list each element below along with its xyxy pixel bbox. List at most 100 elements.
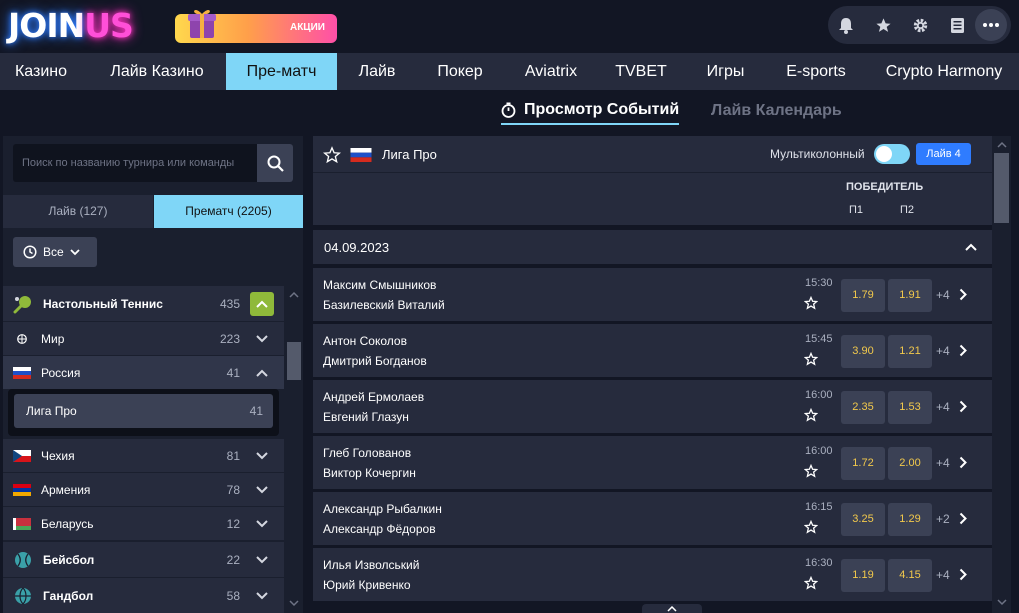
match-row[interactable]: Антон Соколов Дмитрий Богданов 15:45 3.9…	[313, 324, 992, 377]
chevron-down-icon[interactable]	[250, 512, 274, 536]
gift-icon	[188, 9, 216, 38]
odd-p2[interactable]: 1.21	[888, 335, 932, 368]
chevron-right-icon[interactable]	[953, 395, 973, 417]
nav-live[interactable]: Лайв	[346, 53, 408, 90]
tab-events[interactable]: Просмотр Событий	[501, 96, 680, 125]
star-outline-icon[interactable]	[804, 520, 818, 534]
chevron-right-icon[interactable]	[953, 507, 973, 529]
nav-casino[interactable]: Казино	[0, 53, 82, 90]
more-markets[interactable]: +4	[936, 288, 950, 302]
league-label: Лига Про	[26, 404, 77, 418]
star-outline-icon[interactable]	[804, 576, 818, 590]
match-row[interactable]: Максим Смышников Базилевский Виталий 15:…	[313, 268, 992, 321]
odd-p2[interactable]: 4.15	[888, 559, 932, 592]
odd-p2[interactable]: 2.00	[888, 447, 932, 480]
multicolumn-toggle[interactable]	[874, 144, 910, 164]
chevron-down-icon[interactable]	[250, 548, 274, 572]
document-icon[interactable]	[945, 13, 969, 37]
tab-live-calendar[interactable]: Лайв Календарь	[711, 96, 842, 125]
nav-live-casino[interactable]: Лайв Казино	[96, 53, 218, 90]
nav-crypto-harmony[interactable]: Crypto Harmony	[874, 53, 1014, 90]
nav-games[interactable]: Игры	[693, 53, 758, 90]
match-row[interactable]: Глеб Голованов Виктор Кочергин 16:00 1.7…	[313, 436, 992, 489]
country-item-czech[interactable]: Чехия 81	[3, 439, 284, 472]
sport-item-table-tennis[interactable]: Настольный Теннис 435	[3, 286, 284, 321]
scroll-up-icon[interactable]	[289, 291, 299, 298]
odd-p2[interactable]: 1.91	[888, 279, 932, 312]
odd-p1[interactable]: 1.79	[841, 279, 885, 312]
nav-poker[interactable]: Покер	[425, 53, 495, 90]
scroll-up-icon[interactable]	[997, 141, 1007, 148]
match-row[interactable]: Андрей Ермолаев Евгений Глазун 16:00 2.3…	[313, 380, 992, 433]
tab-live-count[interactable]: Лайв (127)	[3, 195, 153, 228]
main-scroll-thumb[interactable]	[994, 153, 1009, 223]
chevron-down-icon[interactable]	[250, 327, 274, 351]
match-time: 15:30	[805, 277, 833, 289]
country-item-world[interactable]: Мир 223	[3, 322, 284, 355]
more-markets[interactable]: +4	[936, 400, 950, 414]
league-item-liga-pro[interactable]: Лига Про 41	[14, 394, 273, 428]
logo[interactable]: JOINUS	[8, 6, 134, 46]
bell-icon[interactable]	[834, 13, 858, 37]
tab-prematch-count[interactable]: Прематч (2205)	[154, 195, 303, 228]
scroll-down-icon[interactable]	[997, 599, 1007, 606]
nav-aviatrix[interactable]: Aviatrix	[512, 53, 590, 90]
sport-item-baseball[interactable]: Бейсбол 22	[3, 542, 284, 577]
gear-icon[interactable]	[908, 13, 932, 37]
country-item-belarus[interactable]: Беларусь 12	[3, 507, 284, 540]
date-bar[interactable]: 04.09.2023	[313, 230, 992, 264]
more-icon[interactable]	[975, 9, 1007, 41]
filter-dropdown[interactable]: Все	[13, 237, 97, 267]
chevron-right-icon[interactable]	[953, 451, 973, 473]
star-outline-icon[interactable]	[804, 352, 818, 366]
chevron-right-icon[interactable]	[953, 283, 973, 305]
chevron-down-icon[interactable]	[250, 444, 274, 468]
chevron-down-icon[interactable]	[250, 584, 274, 608]
country-item-armenia[interactable]: Армения 78	[3, 473, 284, 506]
more-markets[interactable]: +4	[936, 568, 950, 582]
country-label: Беларусь	[41, 516, 94, 531]
more-markets[interactable]: +4	[936, 456, 950, 470]
star-outline-icon[interactable]	[323, 146, 341, 164]
sidebar-scroll-thumb[interactable]	[287, 342, 301, 380]
search-button[interactable]	[257, 144, 293, 182]
odd-p2[interactable]: 1.53	[888, 391, 932, 424]
scroll-down-icon[interactable]	[289, 600, 299, 607]
odd-p2[interactable]: 1.29	[888, 503, 932, 536]
globe-icon	[17, 333, 27, 344]
more-markets[interactable]: +2	[936, 512, 950, 526]
odd-p1[interactable]: 3.90	[841, 335, 885, 368]
star-outline-icon[interactable]	[804, 464, 818, 478]
nav-esports[interactable]: E-sports	[774, 53, 858, 90]
search-input[interactable]	[13, 144, 257, 182]
match-row[interactable]: Илья Изволський Юрий Кривенко 16:30 1.19…	[313, 548, 992, 601]
chevron-up-icon[interactable]	[250, 291, 274, 316]
country-item-russia[interactable]: Россия 41	[3, 356, 284, 389]
sport-item-handball[interactable]: Гандбол 58	[3, 578, 284, 613]
chevron-right-icon[interactable]	[953, 563, 973, 585]
country-count: 78	[226, 482, 240, 497]
star-outline-icon[interactable]	[804, 296, 818, 310]
odd-p1[interactable]: 1.19	[841, 559, 885, 592]
odd-p1[interactable]: 3.25	[841, 503, 885, 536]
odd-p1[interactable]: 1.72	[841, 447, 885, 480]
chevron-down-icon[interactable]	[250, 478, 274, 502]
home-player: Илья Изволський	[323, 558, 420, 572]
match-row[interactable]: Александр Рыбалкин Александр Фёдоров 16:…	[313, 492, 992, 545]
chevron-right-icon[interactable]	[953, 339, 973, 361]
chevron-up-icon[interactable]	[960, 236, 982, 258]
star-outline-icon[interactable]	[804, 408, 818, 422]
nav-tvbet[interactable]: TVBET	[605, 53, 677, 90]
chevron-up-icon[interactable]	[250, 361, 274, 385]
main-nav: Казино Лайв Казино Пре-матч Лайв Покер A…	[0, 53, 1019, 90]
promo-banner[interactable]: АКЦИИ	[175, 9, 337, 43]
star-icon[interactable]	[871, 13, 895, 37]
main-scrollbar[interactable]	[992, 136, 1011, 613]
top-header: JOINUS АКЦИИ	[0, 0, 1019, 53]
nav-prematch[interactable]: Пре-матч	[226, 53, 337, 90]
scroll-top-tab[interactable]	[642, 604, 702, 613]
odd-p1[interactable]: 2.35	[841, 391, 885, 424]
more-markets[interactable]: +4	[936, 344, 950, 358]
live-button[interactable]: Лайв 4	[916, 143, 971, 165]
sidebar-scrollbar[interactable]	[284, 286, 303, 613]
